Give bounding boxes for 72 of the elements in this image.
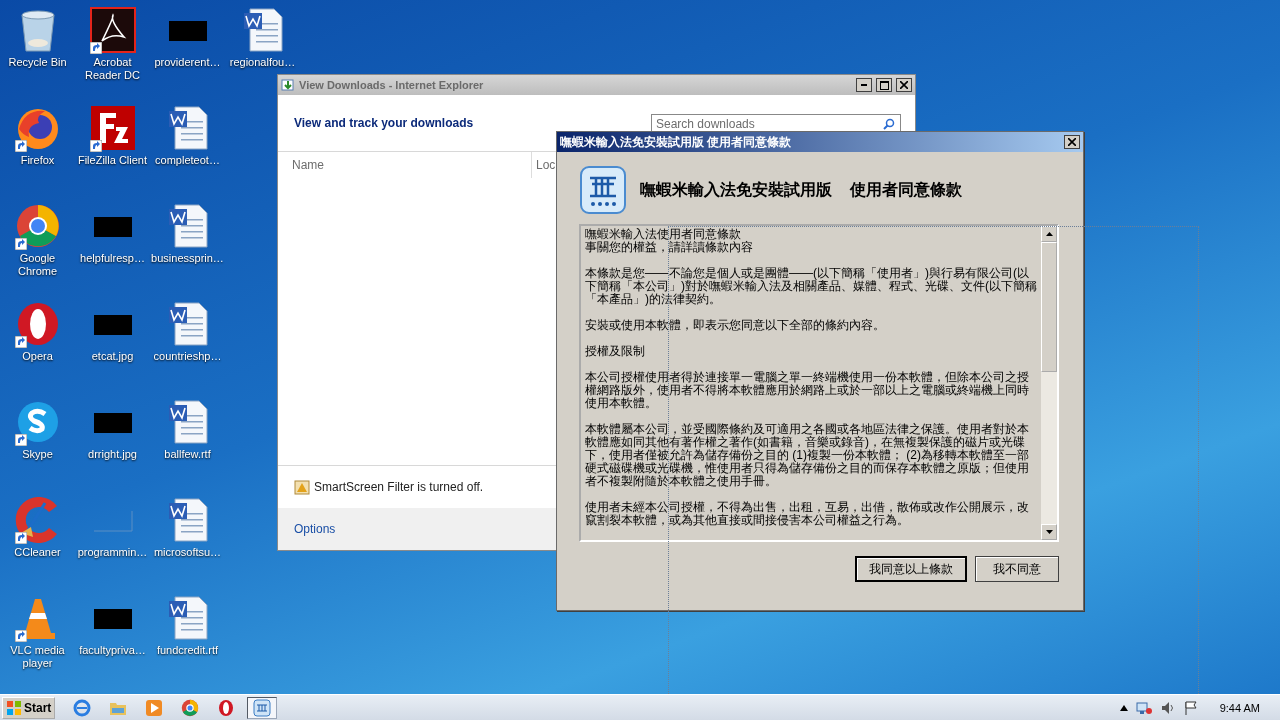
chrome-icon[interactable]	[14, 202, 61, 250]
search-icon	[883, 117, 895, 130]
caret-icon[interactable]	[1119, 704, 1128, 711]
minimize-button[interactable]	[856, 78, 872, 92]
warning-shield-icon	[294, 479, 310, 495]
desktop-icon-label: regionalfou…	[228, 56, 297, 69]
desktop-icon-label: facultypriva…	[78, 644, 147, 657]
smartscreen-status: SmartScreen Filter is turned off.	[314, 480, 484, 494]
desktop-icon-label: countrieshp…	[152, 350, 223, 363]
desktop-icon-label: Opera	[21, 350, 54, 363]
close-icon	[900, 81, 908, 89]
desktop-icon-label: fundcredit.rtf	[155, 644, 220, 657]
desktop-icon-label: completeot…	[154, 154, 221, 167]
down-arrow-icon	[1045, 530, 1053, 534]
flag-icon[interactable]	[1183, 700, 1198, 715]
maximize-icon	[879, 80, 889, 90]
scrollbar[interactable]	[1041, 226, 1057, 540]
browser-icon	[73, 698, 92, 717]
start-button[interactable]: Start	[2, 696, 56, 719]
chrome-icon	[181, 698, 200, 717]
license-paragraph: 使用者未經本公司授權，不得為出售，出租，互易，出借，散佈或改作公開展示，改竄割裂本軟體，或為其他直接或間接侵害本公司權益之行為。	[585, 501, 1030, 527]
desktop-icon-label: providerent…	[153, 56, 222, 69]
downloads-heading: View and track your downloads	[294, 116, 474, 130]
opera-icon	[218, 698, 235, 717]
desktop-icon-label: programmin…	[76, 546, 149, 559]
column-header[interactable]: Loc	[532, 152, 556, 178]
license-paragraph: 本軟體屬本公司，並受國際條約及可適用之各國或各地區法律之保護。使用者對於本軟體應如同其他有著作權之著作(如書籍，音樂或錄音)，在無複製保護的磁片或光碟下，使用者僅被允許為儲存備份之目的 (1)複製一份本軟體； (2)為移轉本軟體至一部硬式磁碟機或光碟機，惟使用者只得為儲存備份之目的而保存本軟體之原版；但使用者不複製附隨於本軟體之使用手冊。	[585, 423, 1030, 488]
speaker-icon[interactable]	[1159, 700, 1176, 715]
taskbar-button[interactable]	[247, 696, 278, 719]
desktop-icon-label: businessprin…	[150, 252, 225, 265]
close-button[interactable]	[896, 78, 912, 92]
windows-logo-icon	[6, 699, 22, 716]
up-arrow-icon	[1045, 232, 1053, 236]
desktop-icon-label: etcat.jpg	[90, 350, 135, 363]
desktop-icon-label: Acrobat Reader DC	[84, 56, 141, 82]
maximize-button[interactable]	[876, 78, 892, 92]
close-button[interactable]	[1064, 135, 1080, 149]
dialog-title: 嘸蝦米輸入法免安裝試用版 使用者同意條款	[560, 133, 792, 151]
agree-button[interactable]: 我同意以上條款	[855, 556, 967, 582]
options-link[interactable]: Options	[294, 522, 336, 536]
desktop-icon-label: VLC media player	[9, 644, 66, 670]
desktop-icon-label: Firefox	[19, 154, 56, 167]
desktop-icon-label: helpfulresp…	[79, 252, 146, 265]
terms-heading: 使用者同意條款	[850, 179, 962, 200]
media-player-icon	[145, 698, 164, 717]
clock[interactable]: 9:44 AM	[1219, 701, 1260, 714]
desktop-icon-label: ballfew.rtf	[163, 448, 212, 461]
license-paragraph: 授權及限制	[585, 345, 646, 358]
acrobat-icon[interactable]	[89, 6, 136, 54]
desktop-icon-label: FileZilla Client	[76, 154, 149, 167]
network-icon[interactable]	[1135, 700, 1152, 715]
license-paragraph: 安裝或使用本軟體，即表示您同意以下全部的條約內容。	[585, 319, 886, 332]
desktop-icon-label: CCleaner	[13, 546, 62, 559]
filezilla-icon[interactable]	[89, 104, 136, 152]
license-paragraph: 嘸蝦米輸入法使用者同意條款 事關您的權益，請詳讀條款內容	[585, 228, 754, 254]
app-logo-icon	[580, 166, 626, 214]
desktop-icon-label: microsoftsu…	[152, 546, 223, 559]
license-text-box[interactable]	[579, 224, 1059, 542]
close-icon	[1068, 138, 1076, 146]
minimize-icon	[861, 84, 867, 86]
window-title: View Downloads - Internet Explorer	[299, 79, 485, 91]
product-heading: 嘸蝦米輸入法免安裝試用版	[640, 179, 833, 200]
desktop-icon-label: Google Chrome	[16, 252, 59, 278]
app-icon	[253, 698, 272, 717]
downloads-icon	[281, 78, 295, 92]
opera-icon[interactable]	[14, 300, 61, 348]
desktop-icon-label: Recycle Bin	[7, 56, 68, 69]
license-paragraph: 本公司授權使用者得於連接單一電腦之單一終端機使用一份本軟體，但除本公司之授權網路版外，使用者不得將本軟體應用於網路上或於一部以上之電腦或終端機上同時使用本軟體。	[585, 371, 1030, 410]
desktop-icon-label: drright.jpg	[87, 448, 138, 461]
desktop-icon-label: Skype	[21, 448, 54, 461]
column-header[interactable]: Name	[278, 152, 532, 178]
decline-button[interactable]: 我不同意	[975, 556, 1059, 582]
